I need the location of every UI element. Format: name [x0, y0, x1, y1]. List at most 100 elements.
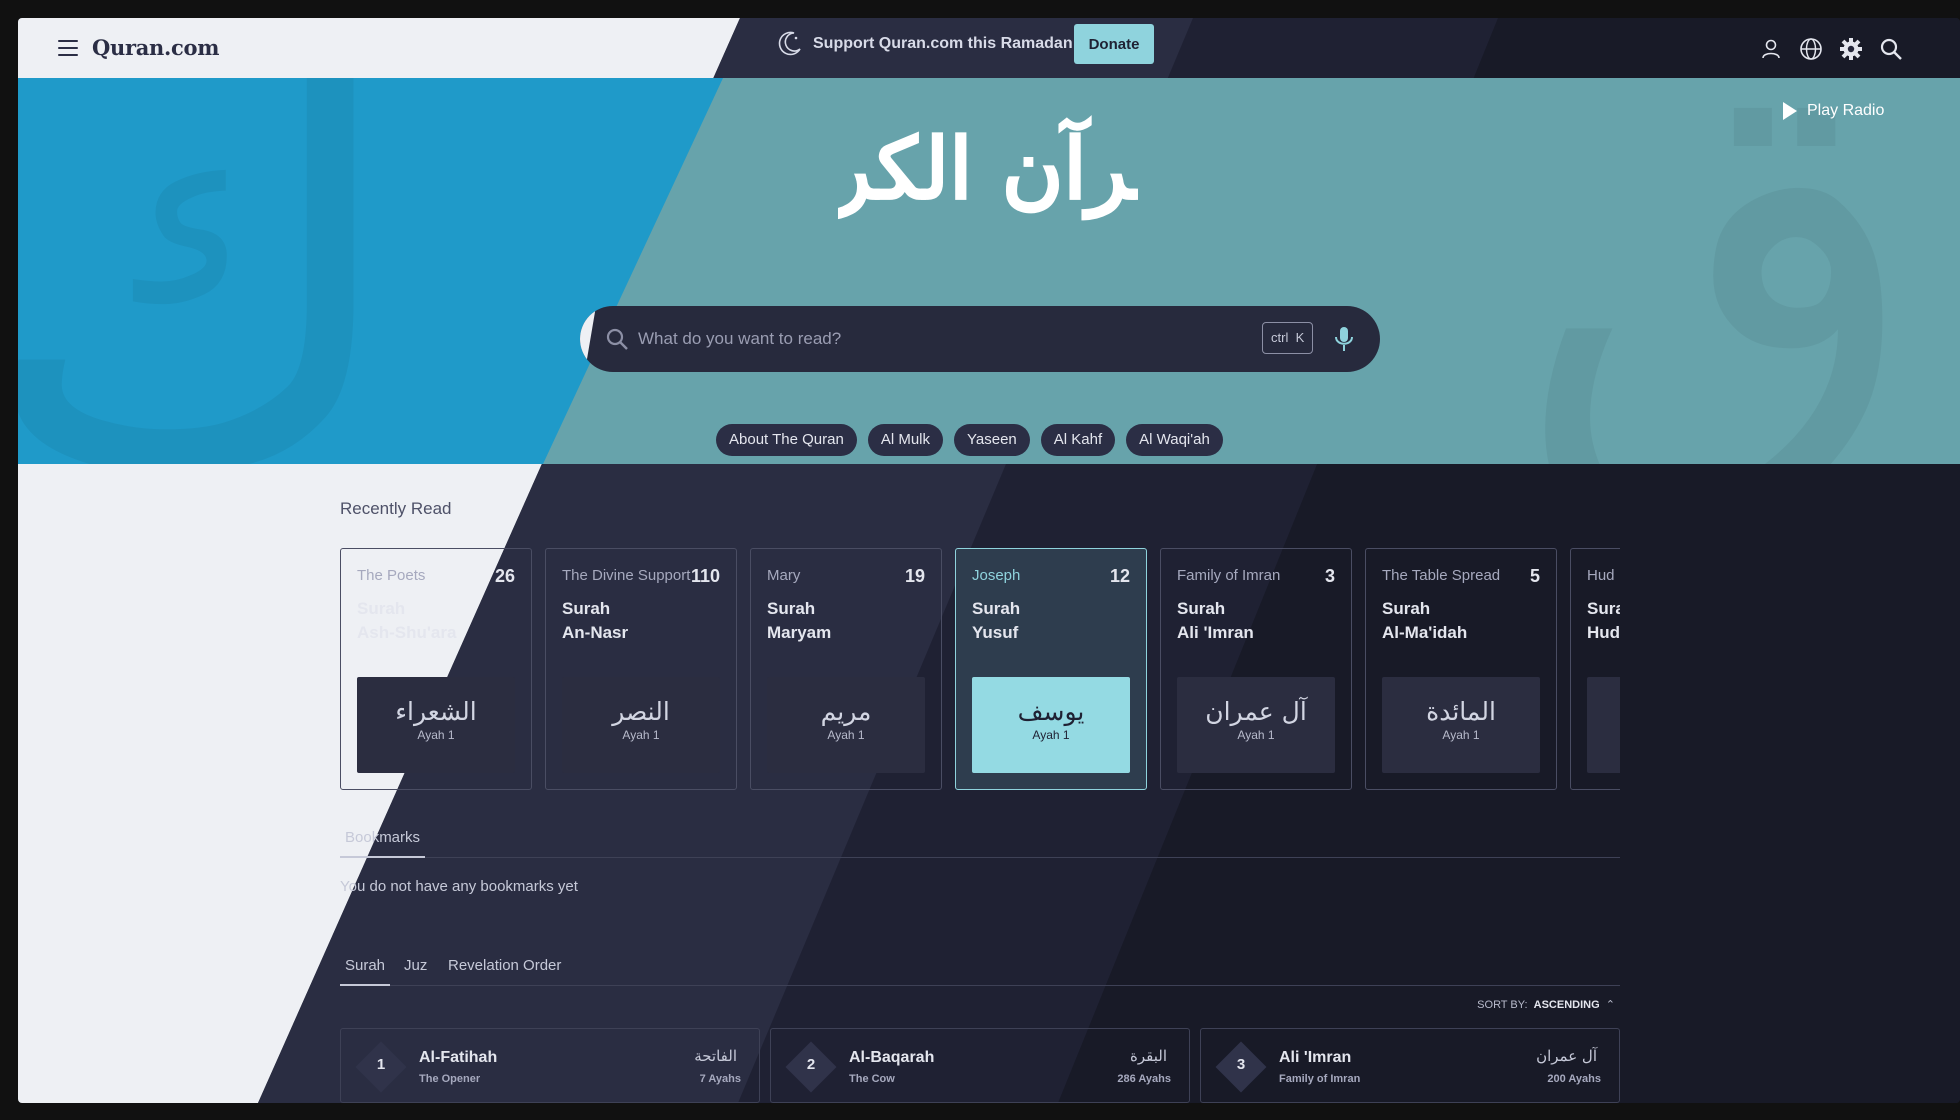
- support-banner-text: Support Quran.com this Ramadan: [813, 35, 1073, 52]
- site-logo[interactable]: Quran.com: [92, 35, 219, 60]
- surah-number: 3: [1236, 1056, 1246, 1073]
- recent-card-active[interactable]: Joseph 12 Surah Yusuf يوسف Ayah 1: [955, 548, 1147, 790]
- card-surah-transliteration: Ali 'Imran: [1177, 623, 1254, 642]
- card-surah-number: 19: [904, 566, 925, 586]
- card-arabic-name: الشعراء: [395, 697, 477, 726]
- card-surah-name: Surah An-Nasr: [562, 597, 720, 645]
- chip-al-kahf[interactable]: Al Kahf: [1040, 424, 1116, 456]
- card-surah-prefix: Surah: [972, 599, 1021, 618]
- quick-links: About The Quran Al Mulk Yaseen Al Kahf A…: [716, 424, 1223, 456]
- card-arabic-name: مريم: [820, 697, 872, 726]
- card-surah-transliteration: Maryam: [767, 623, 832, 642]
- card-arabic-name: النصر: [612, 697, 670, 726]
- keyboard-shortcut-hint: ctrl K: [1262, 322, 1314, 354]
- search-input[interactable]: [638, 320, 1238, 358]
- card-arabic-box: [1587, 677, 1620, 773]
- tab-revelation-order[interactable]: Revelation Order: [443, 954, 566, 986]
- chip-yaseen[interactable]: Yaseen: [954, 424, 1030, 456]
- card-arabic-box: آل عمران Ayah 1: [1177, 677, 1335, 773]
- surah-arabic-name: آل عمران: [1536, 1047, 1597, 1065]
- surah-name: Ali 'Imran: [1279, 1049, 1352, 1066]
- tab-bookmarks[interactable]: Bookmarks: [340, 826, 426, 858]
- settings-gear-icon[interactable]: [1838, 36, 1864, 62]
- tab-juz[interactable]: Juz: [399, 954, 432, 986]
- surah-number: 2: [806, 1056, 816, 1073]
- card-ayah: Ayah 1: [1442, 728, 1480, 742]
- surah-number: 1: [376, 1056, 386, 1073]
- card-arabic-box: مريم Ayah 1: [767, 677, 925, 773]
- card-surah-name: Surah Maryam: [767, 597, 925, 645]
- surah-ayah-count: 7 Ayahs: [699, 1073, 741, 1085]
- recent-card[interactable]: The Table Spread 5 Surah Al-Ma'idah المائ…: [1365, 548, 1557, 790]
- card-surah-number: 12: [1109, 566, 1130, 586]
- search-bar[interactable]: ctrl K: [580, 306, 1380, 372]
- surah-translation: The Cow: [849, 1073, 895, 1085]
- card-arabic-box: النصر Ayah 1: [562, 677, 720, 773]
- card-english-name: The Table Spread: [1382, 567, 1501, 584]
- card-surah-transliteration: Ash-Shu'ara: [357, 623, 457, 642]
- app-window: Quran.com Support Quran.com this Ramadan…: [18, 18, 1960, 1103]
- play-radio-label: Play Radio: [1807, 102, 1885, 119]
- bookmarks-empty-message: You do not have any bookmarks yet: [340, 878, 578, 895]
- search-icon: [606, 328, 628, 350]
- top-navigation-bar: Quran.com Support Quran.com this Ramadan…: [18, 18, 1960, 78]
- recent-card[interactable]: The Divine Support 110 Surah An-Nasr النص…: [545, 548, 737, 790]
- card-surah-prefix: Surah: [767, 599, 816, 618]
- recently-read-title: Recently Read: [340, 499, 452, 518]
- recently-read-carousel: The Poets 26 Surah Ash-Shu'ara الشعراء Ay…: [340, 548, 1620, 790]
- quran-calligraphy-logo: القرآن الكريم: [838, 116, 1138, 221]
- surah-name: Al-Fatihah: [419, 1049, 498, 1066]
- surah-row[interactable]: 3 Ali 'Imran Family of Imran آل عمران 20…: [1200, 1028, 1620, 1103]
- recent-card[interactable]: The Poets 26 Surah Ash-Shu'ara الشعراء Ay…: [340, 548, 532, 790]
- card-arabic-name: آل عمران: [1205, 697, 1307, 726]
- card-arabic-box: يوسف Ayah 1: [972, 677, 1130, 773]
- chip-about-the-quran[interactable]: About The Quran: [716, 424, 857, 456]
- crescent-moon-icon: [778, 31, 801, 56]
- microphone-icon[interactable]: [1334, 326, 1354, 352]
- card-surah-number: 3: [1324, 566, 1335, 586]
- surah-ayah-count: 286 Ayahs: [1117, 1073, 1171, 1085]
- surah-row[interactable]: 1 Al-Fatihah The Opener الفاتحة 7 Ayahs: [340, 1028, 760, 1103]
- shortcut-key: K: [1295, 330, 1305, 345]
- card-english-name: Joseph: [972, 567, 1021, 584]
- shortcut-ctrl: ctrl: [1271, 330, 1289, 345]
- search-icon[interactable]: [1878, 36, 1904, 62]
- card-arabic-box: المائدة Ayah 1: [1382, 677, 1540, 773]
- card-surah-transliteration: Yusuf: [972, 623, 1019, 642]
- surah-row[interactable]: 2 Al-Baqarah The Cow البقرة 286 Ayahs: [770, 1028, 1190, 1103]
- card-surah-name: Surah Ash-Shu'ara: [357, 597, 515, 645]
- sort-toggle[interactable]: SORT BY: ASCENDING ⌃: [1477, 998, 1615, 1011]
- chip-al-mulk[interactable]: Al Mulk: [867, 424, 943, 456]
- card-surah-prefix: Surah: [562, 599, 611, 618]
- card-surah-prefix: Surah: [1382, 599, 1431, 618]
- tab-surah[interactable]: Surah: [340, 954, 391, 986]
- chip-al-waqiah[interactable]: Al Waqi'ah: [1126, 424, 1223, 456]
- card-surah-name: Surah Ali 'Imran: [1177, 597, 1335, 645]
- card-surah-name: Surah Hud: [1587, 597, 1620, 645]
- surah-index-tabs: Surah Juz Revelation Order: [340, 954, 1620, 986]
- card-surah-transliteration: Hud: [1587, 623, 1620, 642]
- play-icon: [1783, 102, 1797, 120]
- surah-name: Al-Baqarah: [849, 1049, 935, 1066]
- card-surah-transliteration: Al-Ma'idah: [1382, 623, 1468, 642]
- user-icon[interactable]: [1758, 36, 1784, 62]
- card-english-name: Hud: [1587, 567, 1615, 584]
- recent-card[interactable]: Family of Imran 3 Surah Ali 'Imran آل عمر…: [1160, 548, 1352, 790]
- globe-icon[interactable]: [1798, 36, 1824, 62]
- card-arabic-name: يوسف: [1017, 697, 1085, 726]
- surah-ayah-count: 200 Ayahs: [1547, 1073, 1601, 1085]
- menu-icon[interactable]: [58, 40, 78, 56]
- donate-button[interactable]: Donate: [1074, 24, 1154, 64]
- card-ayah: Ayah 1: [417, 728, 455, 742]
- card-surah-prefix: Surah: [1177, 599, 1226, 618]
- card-english-name: Mary: [767, 567, 801, 584]
- recent-card-partial[interactable]: Hud Surah Hud: [1570, 548, 1620, 790]
- card-ayah: Ayah 1: [1237, 728, 1275, 742]
- card-arabic-name: المائدة: [1426, 697, 1496, 726]
- sort-value: ASCENDING: [1533, 999, 1600, 1011]
- surah-translation: Family of Imran: [1279, 1073, 1361, 1085]
- card-arabic-box: الشعراء Ayah 1: [357, 677, 515, 773]
- recent-card[interactable]: Mary 19 Surah Maryam مريم Ayah 1: [750, 548, 942, 790]
- card-english-name: The Divine Support: [562, 567, 691, 584]
- play-radio-button[interactable]: Play Radio: [1783, 102, 1884, 120]
